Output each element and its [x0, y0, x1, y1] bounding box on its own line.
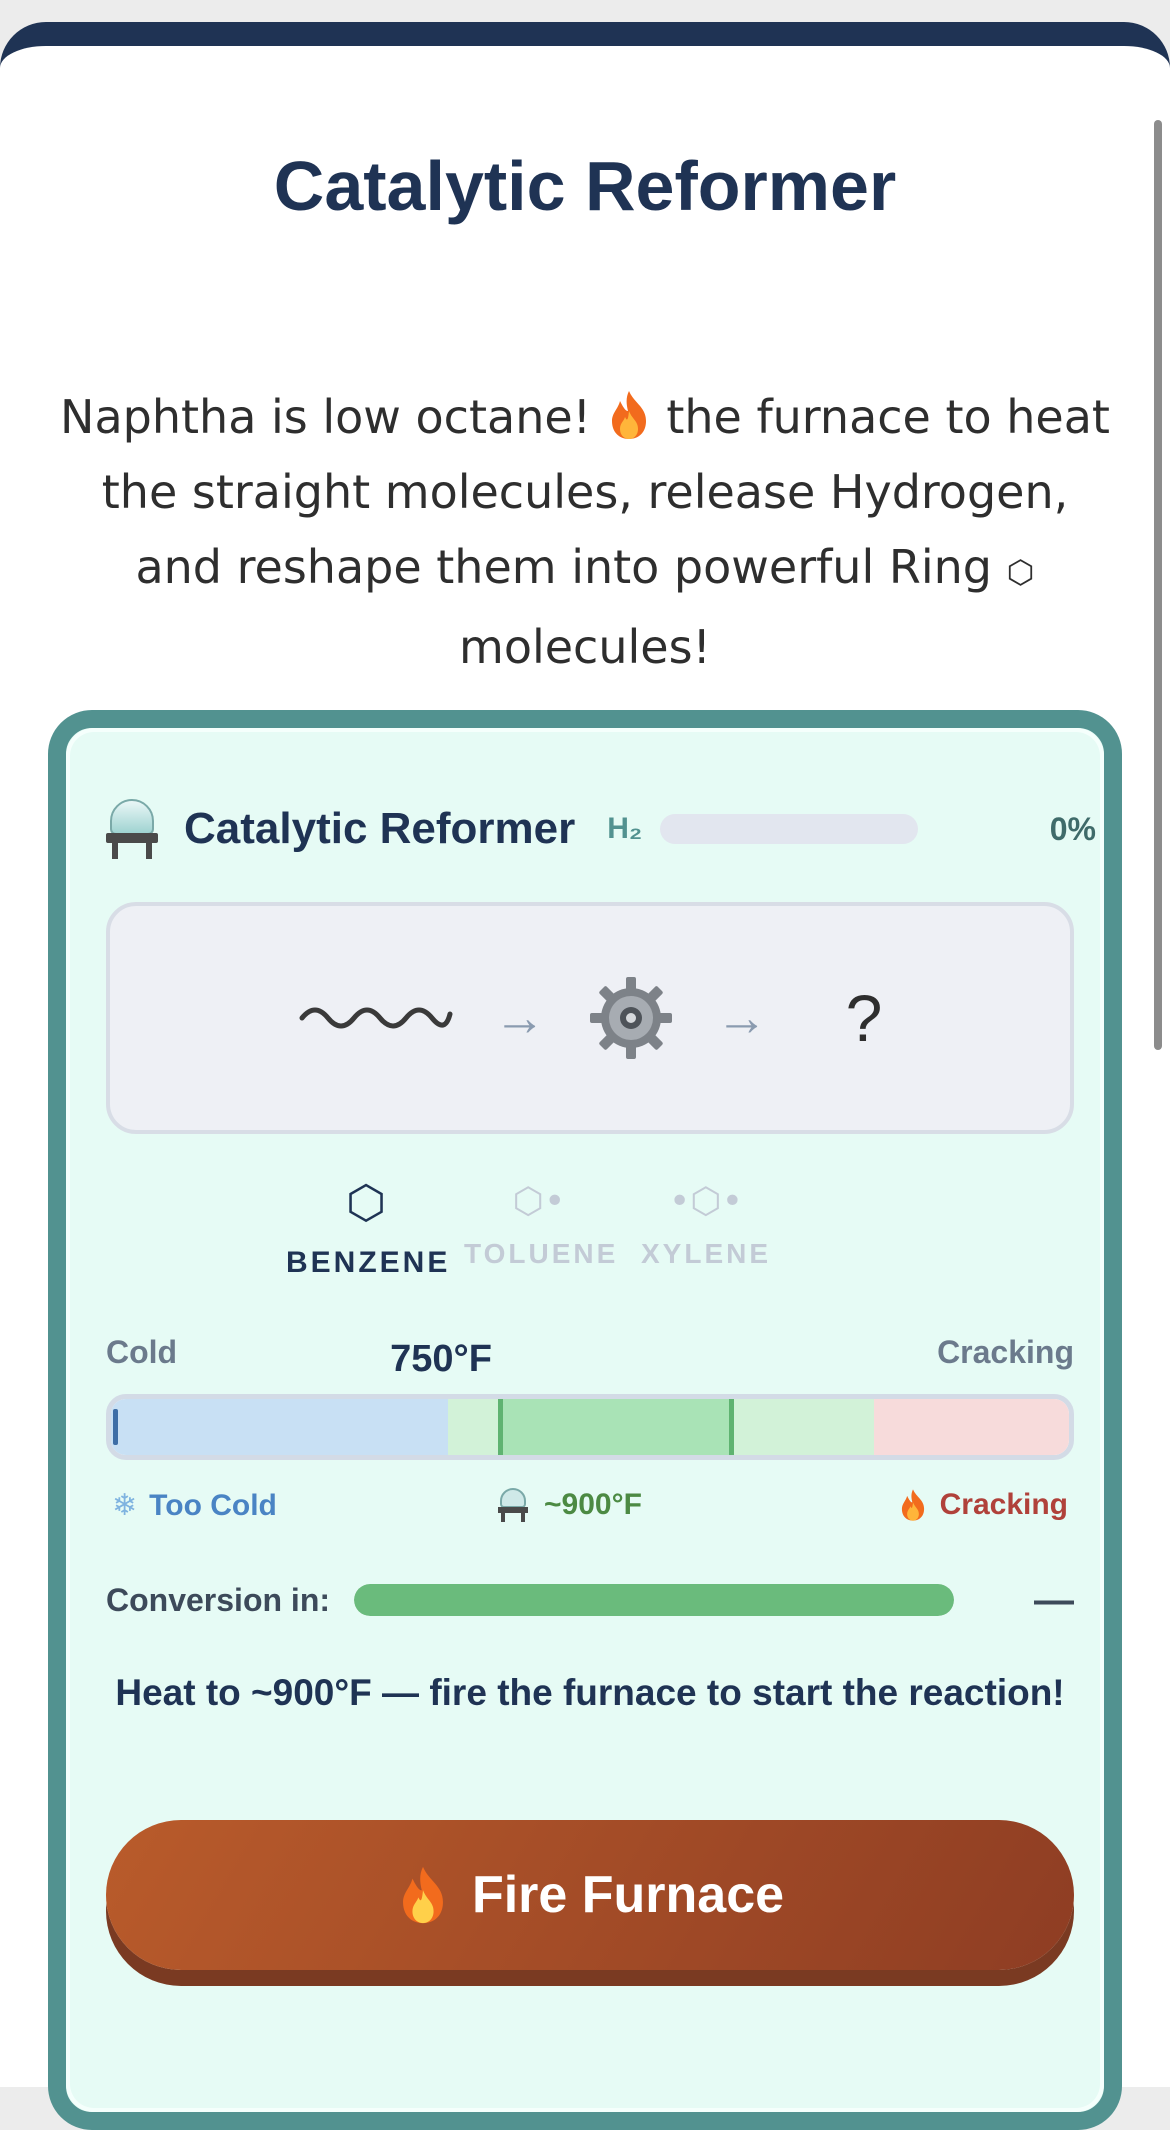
h2-progress-bar: [660, 814, 919, 844]
fire-furnace-button[interactable]: Fire Furnace: [106, 1820, 1074, 1970]
conversion-fill: [354, 1584, 955, 1616]
conversion-label: Conversion in:: [106, 1581, 331, 1618]
ideal-temp-text: ~900°F: [544, 1488, 642, 1521]
wavy-chain-icon: [299, 1007, 453, 1029]
zone-ideal: [498, 1399, 734, 1455]
toluene-ring-icon: ⬡•: [512, 1181, 566, 1222]
xylene-ring-icon: •⬡•: [669, 1181, 743, 1222]
ring-option-label: TOLUENE: [464, 1238, 619, 1269]
cracking-text: Cracking: [939, 1488, 1068, 1521]
scrollbar[interactable]: [1154, 120, 1162, 1050]
conversion-row: Conversion in: —: [106, 1577, 1074, 1622]
benzene-ring-icon: ⬡: [345, 1175, 387, 1229]
card-header: Catalytic Reformer H₂ 0%: [106, 794, 1096, 864]
ring-icon: ⬡: [1006, 553, 1035, 591]
temperature-needle: [113, 1409, 118, 1445]
ring-option-xylene[interactable]: •⬡• XYLENE: [636, 1166, 776, 1270]
cracking-label: Cracking: [898, 1488, 1068, 1522]
ring-options: ⬡ BENZENE ⬡• TOLUENE •⬡• XYLENE: [286, 1166, 886, 1306]
conversion-value: —: [1034, 1577, 1074, 1622]
reactor-icon: [106, 799, 158, 859]
intro-text-start: Naphtha is low octane!: [60, 390, 592, 444]
zone-warm-low: [448, 1399, 498, 1455]
zone-labels: ❄ Too Cold ~900°F Cracking: [106, 1488, 1074, 1538]
too-cold-text: Too Cold: [149, 1488, 277, 1522]
h2-percent: 0%: [1049, 810, 1096, 847]
ring-option-benzene[interactable]: ⬡ BENZENE: [286, 1166, 451, 1280]
zone-warm-high: [734, 1399, 874, 1455]
reaction-display: → → ?: [106, 902, 1074, 1134]
h2-label: H₂: [607, 812, 643, 845]
card-title: Catalytic Reformer: [184, 804, 576, 853]
instruction-text: Heat to ~900°F — fire the furnace to sta…: [115, 1672, 1065, 1713]
ring-option-label: BENZENE: [286, 1246, 451, 1279]
fire-icon: [901, 1489, 924, 1521]
fire-icon: [606, 390, 667, 444]
temperature-header: Cold 750°F Cracking: [106, 1334, 1074, 1384]
temperature-gauge: [106, 1394, 1074, 1460]
reaction-output: ?: [845, 981, 883, 1055]
fire-icon: [402, 1866, 443, 1924]
temp-current: 750°F: [390, 1338, 492, 1380]
ring-option-toluene[interactable]: ⬡• TOLUENE: [464, 1166, 619, 1270]
temp-cracking-label: Cracking: [937, 1334, 1074, 1370]
ideal-temp-label: ~900°F: [498, 1488, 642, 1522]
zone-too-cold: [111, 1399, 448, 1455]
too-cold-label: ❄ Too Cold: [112, 1488, 277, 1523]
arrow-right-icon: →: [493, 989, 546, 1047]
page-title: Catalytic Reformer: [273, 147, 897, 225]
intro-text: Naphtha is low octane! the furnace to he…: [60, 380, 1110, 685]
gear-icon: [589, 977, 672, 1059]
intro-text-end: molecules!: [459, 620, 711, 674]
conversion-bar: [354, 1584, 955, 1616]
snowflake-icon: ❄: [112, 1488, 138, 1523]
ring-option-label: XYLENE: [640, 1238, 772, 1269]
arrow-right-icon: →: [715, 989, 768, 1047]
fire-furnace-label: Fire Furnace: [471, 1866, 785, 1924]
reactor-icon: [498, 1488, 528, 1522]
reformer-card: Catalytic Reformer H₂ 0% → → ? ⬡ BENZENE…: [48, 710, 1122, 2130]
zone-cracking: [874, 1399, 1069, 1455]
